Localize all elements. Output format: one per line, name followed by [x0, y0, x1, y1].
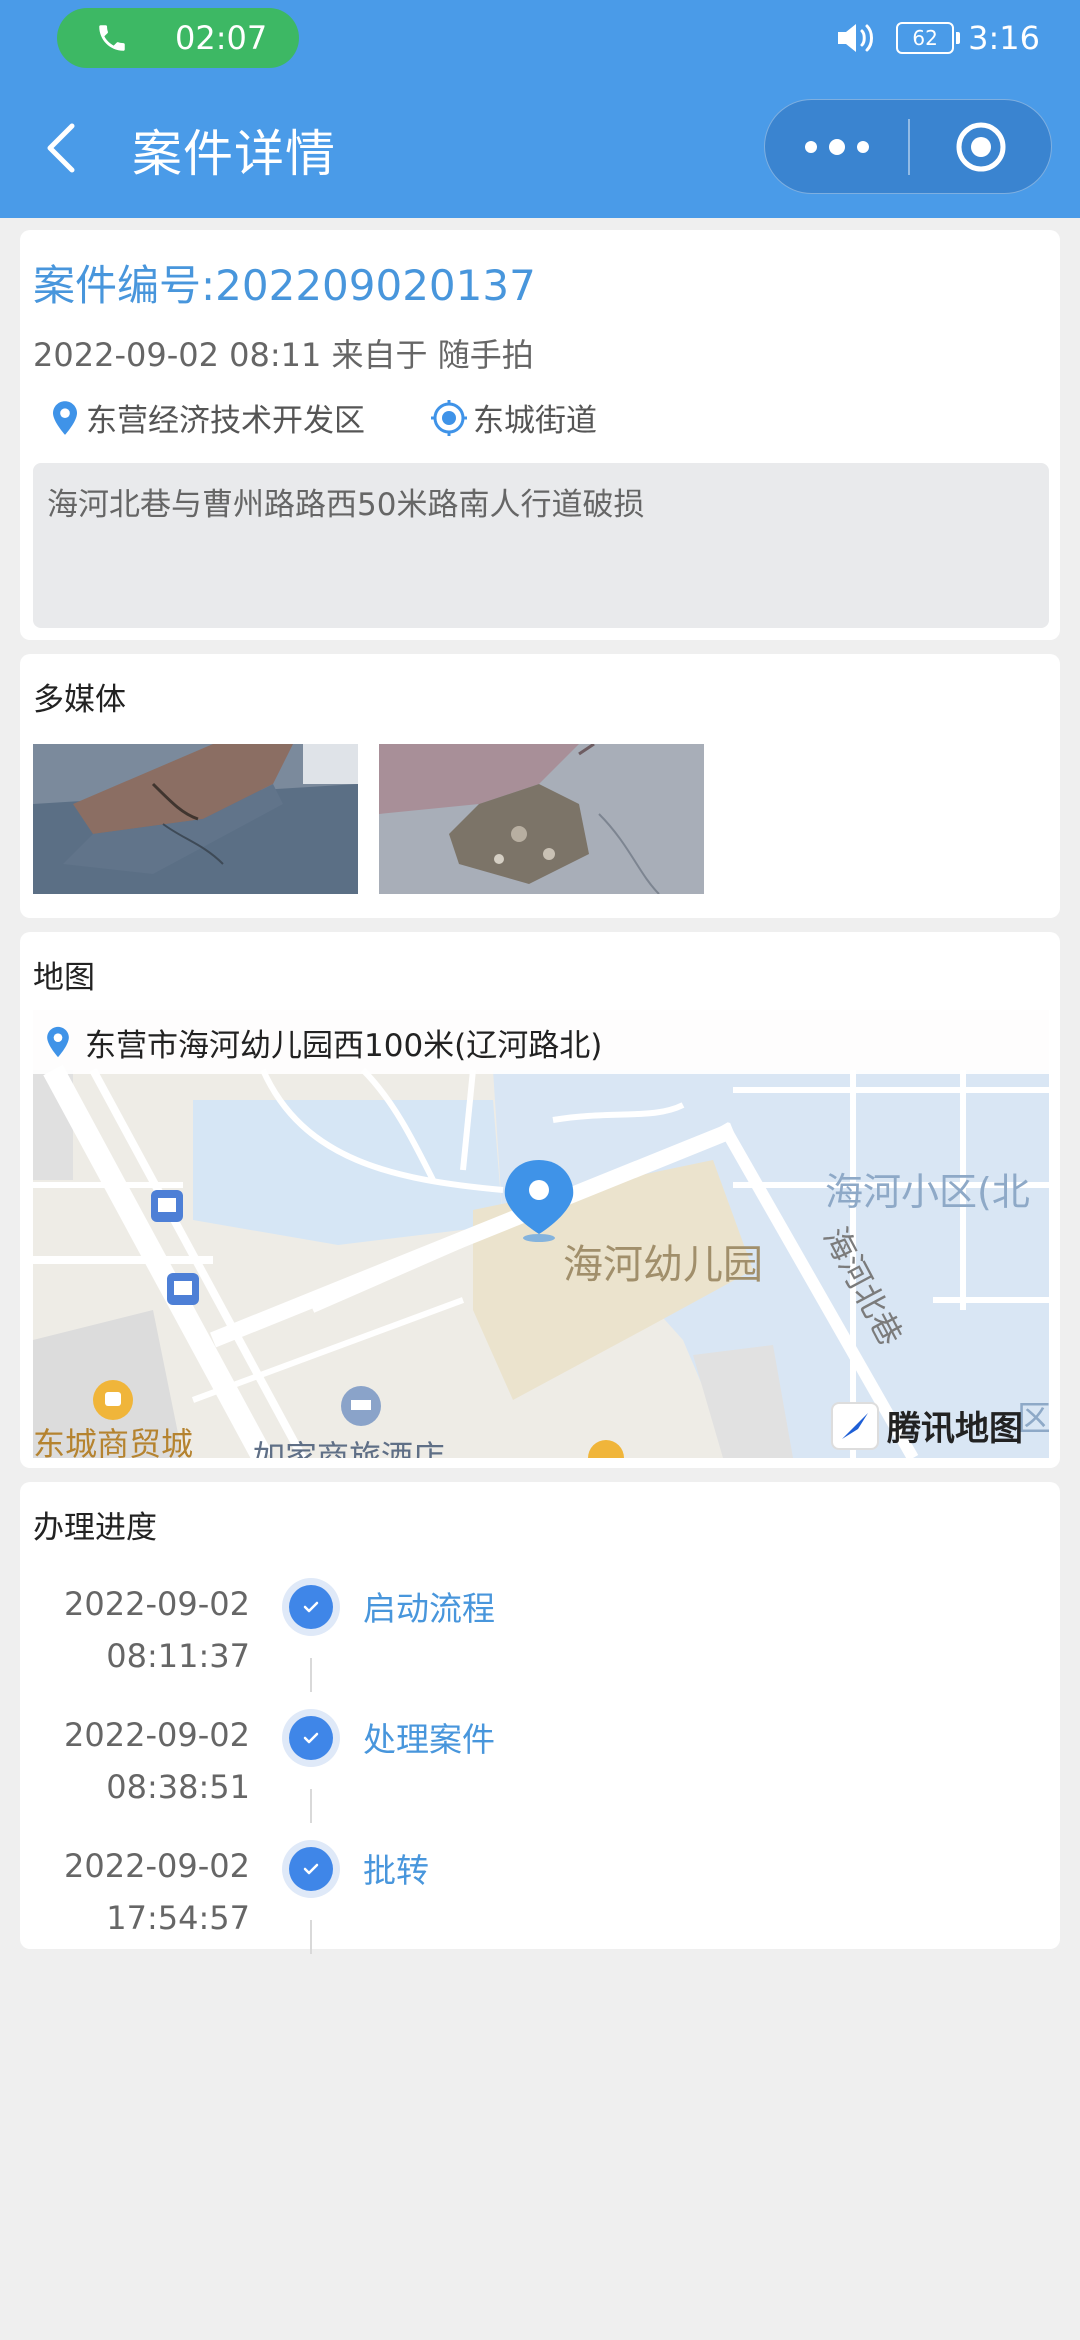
- timeline-connector: [310, 1789, 312, 1823]
- case-number: 案件编号:202209020137: [33, 261, 536, 310]
- timeline-item: 2022-09-02 08:38:51 处理案件: [20, 1709, 1060, 1839]
- check-circle-icon: [282, 1709, 340, 1767]
- status-bar-right: 62 3:16: [836, 8, 1040, 68]
- map-view[interactable]: 海河幼儿园 海河小区(北 海河北巷 东城商贸城 如家商旅酒店 区 东营市海河幼儿…: [33, 1010, 1049, 1458]
- chevron-left-icon: [47, 123, 75, 173]
- street-tag: 东城街道: [431, 395, 597, 440]
- street-label: 东城街道: [473, 403, 597, 439]
- clock: 3:16: [968, 19, 1040, 57]
- case-info-card: 案件编号:202209020137 2022-09-02 08:11 来自于 随…: [20, 230, 1060, 640]
- timeline-connector: [310, 1920, 312, 1954]
- map-label-hotel: 如家商旅酒店: [253, 1438, 445, 1458]
- timeline-date: 2022-09-02: [64, 1585, 250, 1623]
- timeline-time: 08:11:37: [106, 1637, 250, 1675]
- phone-icon: [99, 25, 125, 51]
- page-title: 案件详情: [132, 125, 336, 183]
- progress-section-title: 办理进度: [33, 1510, 157, 1546]
- target-icon: [956, 122, 1005, 171]
- map-section-title: 地图: [33, 960, 95, 996]
- locate-icon: [431, 399, 467, 436]
- back-button[interactable]: [44, 118, 84, 178]
- timeline-time: 08:38:51: [106, 1768, 250, 1806]
- timeline-datetime: 2022-09-02 17:54:57: [64, 1840, 250, 1944]
- battery-icon: 62: [896, 22, 961, 54]
- tencent-map-logo: 腾讯地图: [831, 1401, 1023, 1450]
- media-section-title: 多媒体: [33, 682, 126, 718]
- timeline-label[interactable]: 处理案件: [363, 1713, 495, 1761]
- check-circle-icon: [282, 1578, 340, 1636]
- map-address-bar: 东营市海河幼儿园西100米(辽河路北): [33, 1010, 1049, 1074]
- timeline-date: 2022-09-02: [64, 1847, 250, 1885]
- map-logo-text: 腾讯地图: [887, 1409, 1023, 1449]
- volume-icon: [838, 24, 874, 52]
- map-card: 地图 海河幼儿园 海河小区(北 海河北巷 东城商贸城 如家商旅酒店 区 东营市海…: [20, 932, 1060, 1468]
- ongoing-call-pill[interactable]: 02:07: [57, 8, 299, 68]
- location-pin-icon: [53, 400, 77, 435]
- timeline-label[interactable]: 启动流程: [363, 1582, 495, 1630]
- timeline-datetime: 2022-09-02 08:38:51: [64, 1709, 250, 1813]
- timeline-connector: [310, 1658, 312, 1692]
- map-canvas: 海河幼儿园 海河小区(北 海河北巷 东城商贸城 如家商旅酒店 区: [33, 1010, 1049, 1458]
- progress-card: 办理进度 2022-09-02 08:11:37 启动流程 2022-09-02…: [20, 1482, 1060, 1954]
- timeline-date: 2022-09-02: [64, 1716, 250, 1754]
- timeline-datetime: 2022-09-02 08:11:37: [64, 1578, 250, 1682]
- media-card: 多媒体: [20, 654, 1060, 918]
- case-description: 海河北巷与曹州路路西50米路南人行道破损: [33, 463, 1049, 628]
- location-pin-icon: [47, 1026, 69, 1058]
- battery-level: 62: [912, 26, 938, 50]
- call-timer: 02:07: [175, 19, 268, 57]
- map-address: 东营市海河幼儿园西100米(辽河路北): [85, 1027, 603, 1064]
- map-label-community: 海河小区(北: [825, 1170, 1030, 1214]
- compass-icon: [831, 1401, 879, 1450]
- case-meta: 2022-09-02 08:11 来自于 随手拍: [33, 336, 534, 374]
- map-label-kindergarten: 海河幼儿园: [563, 1242, 763, 1288]
- mini-program-capsule: [764, 99, 1052, 194]
- media-thumbnail-1[interactable]: [33, 744, 358, 894]
- timeline-item: 2022-09-02 08:11:37 启动流程: [20, 1578, 1060, 1708]
- close-mini-program-button[interactable]: [910, 100, 1051, 193]
- map-label-mall: 东城商贸城: [33, 1425, 193, 1458]
- location-row: 东营经济技术开发区 东城街道: [50, 395, 663, 440]
- check-circle-icon: [282, 1840, 340, 1898]
- app-header: 02:07 62 3:16 案件详情: [0, 0, 1080, 218]
- more-button[interactable]: [765, 100, 908, 193]
- media-thumbnail-2[interactable]: [379, 744, 704, 894]
- timeline-item: 2022-09-02 17:54:57 批转: [20, 1840, 1060, 1970]
- more-icon: [799, 138, 875, 155]
- district-label: 东营经济技术开发区: [86, 403, 365, 439]
- timeline-time: 17:54:57: [106, 1899, 250, 1937]
- district-tag: 东营经济技术开发区: [50, 395, 365, 440]
- timeline-label[interactable]: 批转: [363, 1844, 429, 1892]
